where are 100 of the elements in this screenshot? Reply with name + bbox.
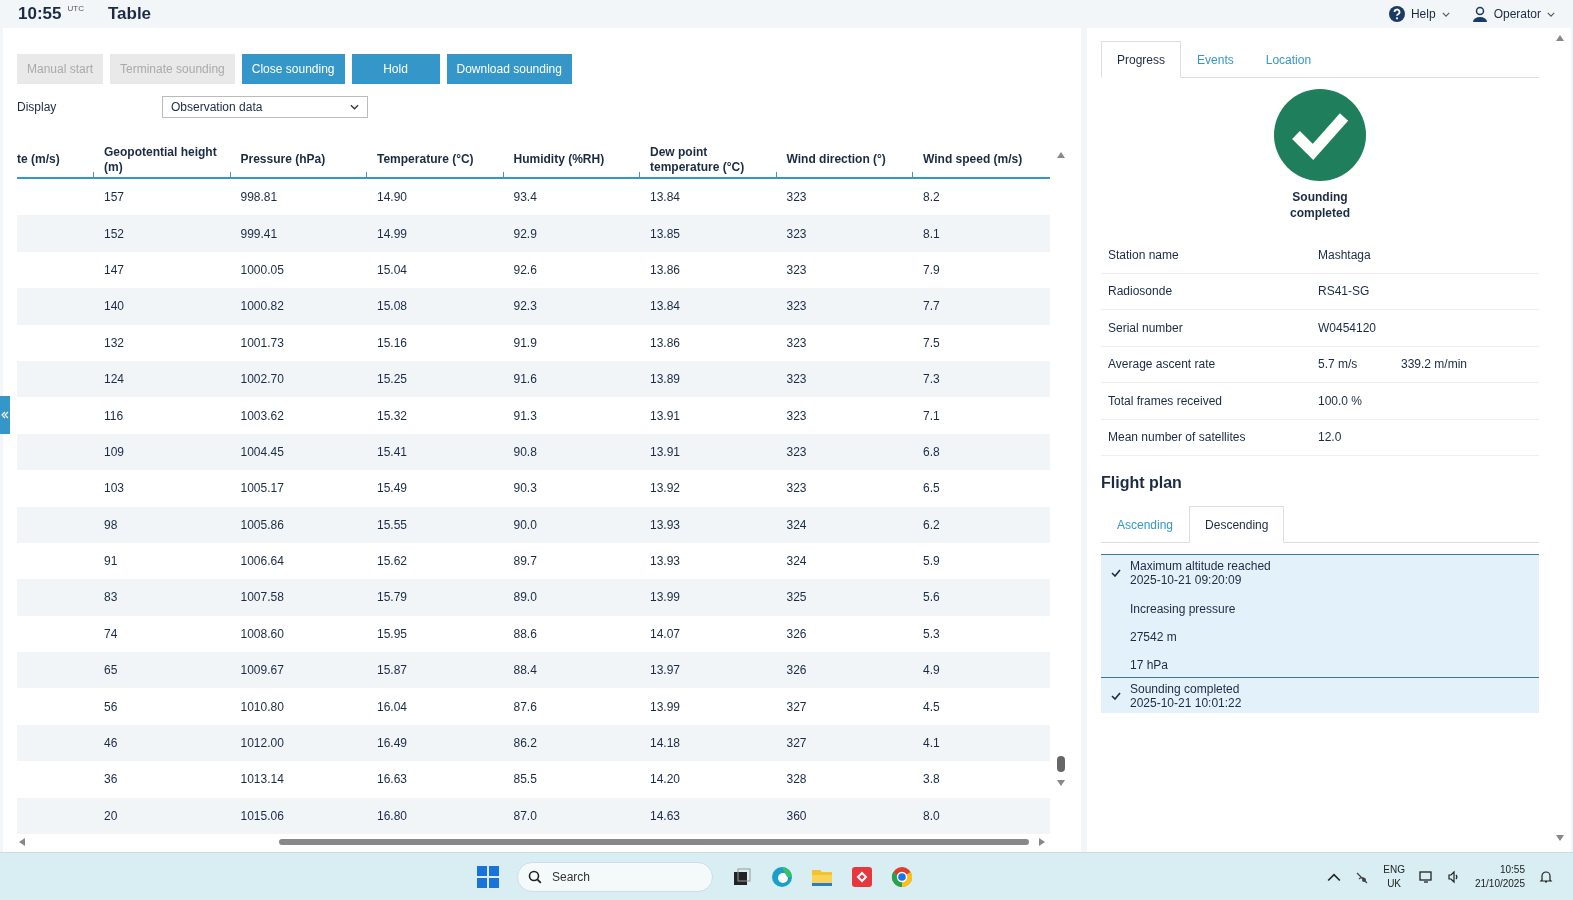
- table-cell-text: 1002.70: [239, 372, 285, 387]
- table-cell-text: 90.8: [512, 444, 538, 459]
- table-cell-text: 152: [103, 226, 126, 241]
- table-cell-text: 5.3: [922, 626, 941, 641]
- table-cell-text: 15.87: [376, 663, 409, 678]
- table-cell-text: 87.6: [512, 699, 538, 714]
- table-cell-text: 1003.62: [239, 408, 285, 423]
- tab[interactable]: Descending: [1189, 506, 1285, 543]
- field-value: 5.7 m/s: [1318, 357, 1359, 372]
- table-cell-text: 326: [785, 663, 808, 678]
- table-cell-text: 87.0: [512, 808, 538, 823]
- table-cell-text: 1012.00: [239, 736, 285, 751]
- table-cell-text: 323: [785, 335, 808, 350]
- table-cell-text: 1010.80: [239, 699, 285, 714]
- table-cell-text: 16.63: [376, 772, 409, 787]
- browser-icon[interactable]: [771, 865, 793, 888]
- column-header[interactable]: Wind speed (m/s): [913, 142, 1050, 177]
- table-cell-text: 323: [785, 262, 808, 277]
- table-cell-text: 13.97: [649, 663, 682, 678]
- table-cell-text: 14.20: [649, 772, 682, 787]
- table-cell-text: 15.04: [376, 262, 409, 277]
- table-cell-text: 323: [785, 372, 808, 387]
- table-cell-text: 15.25: [376, 372, 409, 387]
- table-cell-text: 7.1: [922, 408, 941, 423]
- table-cell-text: 13.86: [649, 335, 682, 350]
- table-cell-text: 1009.67: [239, 663, 285, 678]
- table-cell-text: 323: [785, 299, 808, 314]
- column-header[interactable]: te (m/s): [17, 142, 94, 177]
- chrome-icon[interactable]: [891, 865, 913, 888]
- column-header[interactable]: Dew point temperature (°C): [640, 142, 777, 177]
- table-cell-text: 90.3: [512, 481, 538, 496]
- table-cell-text: 6.5: [922, 481, 941, 496]
- table-cell-text: 8.2: [922, 190, 941, 205]
- table-cell-text: 323: [785, 408, 808, 423]
- step-title: Sounding completed: [1130, 682, 1241, 696]
- table-cell-text: 14.07: [649, 626, 682, 641]
- help-menu[interactable]: Help: [1388, 6, 1450, 22]
- check-circle-icon: [1274, 89, 1366, 181]
- table-cell-text: 1004.45: [239, 444, 285, 459]
- table-cell-text: 1013.14: [239, 772, 285, 787]
- task-view-icon[interactable]: [731, 865, 753, 888]
- table-cell-text: 85.5: [512, 772, 538, 787]
- status-label: Sounding completed: [1289, 189, 1351, 221]
- taskbar-clock[interactable]: 10:55 21/10/2025: [1474, 862, 1525, 891]
- table-cell-text: 16.80: [376, 808, 409, 823]
- column-header[interactable]: Geopotential height (m): [94, 142, 231, 177]
- table-cell-text: 999.41: [239, 226, 279, 241]
- field-value: W0454120: [1318, 320, 1378, 335]
- table-cell-text: 324: [785, 517, 808, 532]
- table-cell-text: 325: [785, 590, 808, 605]
- monitor-icon[interactable]: [1418, 869, 1433, 884]
- table-cell-text: 15.16: [376, 335, 409, 350]
- table-cell-text: 998.81: [239, 190, 279, 205]
- table-cell-text: 360: [785, 808, 808, 823]
- column-header[interactable]: Pressure (hPa): [230, 142, 367, 177]
- table-cell-text: 15.49: [376, 481, 409, 496]
- table-cell-text: 1005.86: [239, 517, 285, 532]
- bell-icon[interactable]: [1539, 869, 1553, 884]
- field-value: Mashtaga: [1318, 247, 1372, 262]
- display-dropdown[interactable]: Observation data: [162, 96, 368, 118]
- field-label: Mean number of satellites: [1108, 430, 1247, 445]
- table-cell-text: 91.9: [512, 335, 538, 350]
- table-cell-text: 56: [103, 699, 119, 714]
- collapse-panel-button[interactable]: [0, 396, 10, 434]
- table-cell-text: 91.6: [512, 372, 538, 387]
- tab[interactable]: Progress: [1101, 41, 1182, 78]
- column-header[interactable]: Wind direction (°): [776, 142, 913, 177]
- table-cell-text: 86.2: [512, 736, 538, 751]
- section-title: Flight plan: [1101, 474, 1183, 492]
- table-cell-text: 327: [785, 699, 808, 714]
- table-cell-text: 15.95: [376, 626, 409, 641]
- table-cell-text: 90.0: [512, 517, 538, 532]
- windows-start-icon[interactable]: [477, 865, 499, 888]
- field-value: 339.2 m/min: [1401, 357, 1469, 372]
- table-cell-text: 15.55: [376, 517, 409, 532]
- table-cell-text: 14.99: [376, 226, 409, 241]
- table-cell-text: 1015.06: [239, 808, 285, 823]
- table-cell-text: 1005.17: [239, 481, 285, 496]
- table-cell-text: 13.93: [649, 554, 682, 569]
- language-indicator[interactable]: ENG UK: [1383, 862, 1405, 891]
- table-cell-text: 74: [103, 626, 119, 641]
- clock-time: 10:55: [18, 4, 62, 24]
- table-cell-text: 8.0: [922, 808, 941, 823]
- table-cell-text: 92.3: [512, 299, 538, 314]
- table-cell-text: 93.4: [512, 190, 538, 205]
- table-cell-text: 13.91: [649, 408, 682, 423]
- field-value: 12.0: [1318, 430, 1343, 445]
- app-icon[interactable]: [851, 865, 873, 888]
- table-cell-text: 91.3: [512, 408, 538, 423]
- taskbar-search-field[interactable]: Search: [517, 861, 713, 892]
- table-cell-text: 16.04: [376, 699, 409, 714]
- table-cell-text: 4.1: [922, 736, 941, 751]
- user-menu[interactable]: Operator: [1471, 6, 1555, 22]
- field-label: Average ascent rate: [1108, 357, 1217, 372]
- column-header[interactable]: Temperature (°C): [367, 142, 504, 177]
- column-header[interactable]: Humidity (%RH): [503, 142, 640, 177]
- step-detail: 17 hPa: [1129, 658, 1170, 672]
- table-cell-text: 88.4: [512, 663, 538, 678]
- table-cell-text: 323: [785, 190, 808, 205]
- table-cell-text: 323: [785, 444, 808, 459]
